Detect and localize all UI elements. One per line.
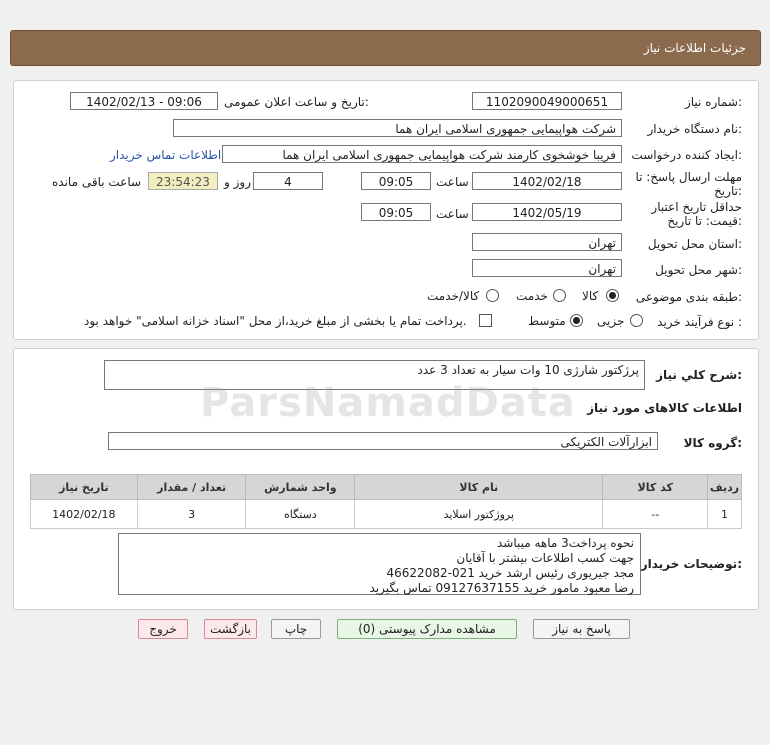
validity-time-label: ساعت [436, 207, 469, 221]
cell-unit: دستگاه [245, 499, 356, 529]
requester-field: فریبا خوشخوی کارمند شرکت هواپیمایی جمهور… [222, 145, 622, 163]
treasury-payment-checkbox[interactable] [479, 314, 492, 327]
back-button[interactable]: بازگشت [204, 619, 257, 639]
col-row: ردیف [706, 474, 743, 500]
buyer-notes-field: نحوه پرداخت3 ماهه میباشد جهت کسب اطلاعات… [118, 533, 641, 595]
days-label: روز و [224, 175, 251, 189]
need-number-field: 1102090049000651 [472, 92, 622, 110]
treasury-payment-note: پرداخت تمام یا بخشی از مبلغ خرید،از محل … [84, 314, 467, 328]
deadline-label-line1: مهلت ارسال پاسخ: تا [635, 170, 742, 184]
validity-time-field: 09:05 [361, 203, 431, 221]
province-field: تهران [472, 233, 622, 251]
goods-group-field: ابزارآلات الکتریکی [108, 432, 658, 450]
notes-line-1: نحوه پرداخت3 ماهه میباشد [496, 536, 634, 550]
notes-line-2: جهت کسب اطلاعات بیشتر با آقایان [456, 551, 634, 565]
deadline-time-label: ساعت [436, 175, 469, 189]
requester-label: ایجاد کننده درخواست: [631, 148, 742, 162]
summary-label: شرح کلي نياز: [656, 368, 742, 382]
print-button[interactable]: چاپ [271, 619, 321, 639]
category-option-goods: کالا [582, 289, 599, 303]
deadline-date-field: 1402/02/18 [472, 172, 622, 190]
validity-label-line2: قیمت: تا تاریخ: [667, 214, 742, 228]
attachments-button[interactable]: مشاهده مدارک پیوستی (0) [337, 619, 517, 639]
deadline-label-line2: تاریخ: [714, 184, 742, 198]
category-radio-service[interactable] [553, 289, 566, 302]
table-row: 1 -- پروژکتور اسلاید دستگاه 3 1402/02/18 [30, 499, 743, 529]
deadline-time-field: 09:05 [361, 172, 431, 190]
goods-section-title: اطلاعات کالاهای مورد نياز [587, 401, 742, 415]
remaining-label: ساعت باقی مانده [52, 175, 142, 189]
province-label: استان محل تحویل: [647, 237, 742, 251]
process-radio-minor[interactable] [630, 314, 643, 327]
remaining-time-field: 23:54:23 [148, 172, 218, 190]
col-name: نام کالا [354, 474, 604, 500]
category-option-service: خدمت [516, 289, 548, 303]
announce-label: تاریخ و ساعت اعلان عمومی: [224, 95, 369, 109]
category-radio-goods[interactable] [606, 289, 619, 302]
summary-field: پرژکتور شارژی 10 وات سیار به تعداد 3 عدد [104, 360, 645, 390]
notes-line-4: رضا معبود مامور خرید 09127637155 تماس بگ… [369, 581, 634, 595]
process-option-minor: جزیی [597, 314, 625, 328]
buyer-notes-label: توضیحات خریدار: [640, 557, 742, 571]
cell-name: پروژکتور اسلاید [354, 499, 604, 529]
cell-date: 1402/02/18 [30, 499, 138, 529]
process-option-medium: متوسط [528, 314, 566, 328]
category-option-goods-service: کالا/خدمت [427, 289, 480, 303]
buyer-contact-link[interactable]: اطلاعات تماس خریدار [110, 148, 221, 162]
goods-table-header: ردیف کد کالا نام کالا واحد شمارش تعداد /… [30, 474, 743, 500]
announce-field: 1402/02/13 - 09:06 [70, 92, 218, 110]
validity-date-field: 1402/05/19 [472, 203, 622, 221]
col-date: تاریخ نیاز [30, 474, 138, 500]
city-field: تهران [472, 259, 622, 277]
process-label: نوع فرآیند خرید : [657, 315, 742, 329]
page-title: جزئیات اطلاعات نیاز [643, 41, 746, 55]
col-code: کد کالا [602, 474, 708, 500]
process-radio-medium[interactable] [570, 314, 583, 327]
buyer-org-label: نام دستگاه خریدار: [647, 122, 743, 136]
col-qty: تعداد / مقدار [136, 474, 247, 500]
city-label: شهر محل تحویل: [655, 263, 742, 277]
validity-label-line1: حداقل تاریخ اعتبار [651, 200, 742, 214]
buyer-org-field: شرکت هواپیمایی جمهوری اسلامی ایران هما [173, 119, 622, 137]
category-label: طبقه بندی موضوعی: [635, 290, 742, 304]
page-header: جزئیات اطلاعات نیاز [10, 30, 761, 66]
cell-row: 1 [706, 499, 743, 529]
need-number-label: شماره نیاز: [684, 95, 742, 109]
col-unit: واحد شمارش [245, 474, 356, 500]
goods-group-label: گروه کالا: [683, 436, 742, 450]
category-radio-goods-service[interactable] [486, 289, 499, 302]
notes-line-3: مجد جیریوری رئیس ارشد خرید 021-46622082 [386, 566, 634, 580]
goods-table: ردیف کد کالا نام کالا واحد شمارش تعداد /… [30, 474, 743, 529]
days-remaining-field: 4 [253, 172, 323, 190]
cell-code: -- [602, 499, 708, 529]
cell-qty: 3 [136, 499, 247, 529]
reply-button[interactable]: پاسخ به نیاز [533, 619, 630, 639]
exit-button[interactable]: خروج [138, 619, 188, 639]
